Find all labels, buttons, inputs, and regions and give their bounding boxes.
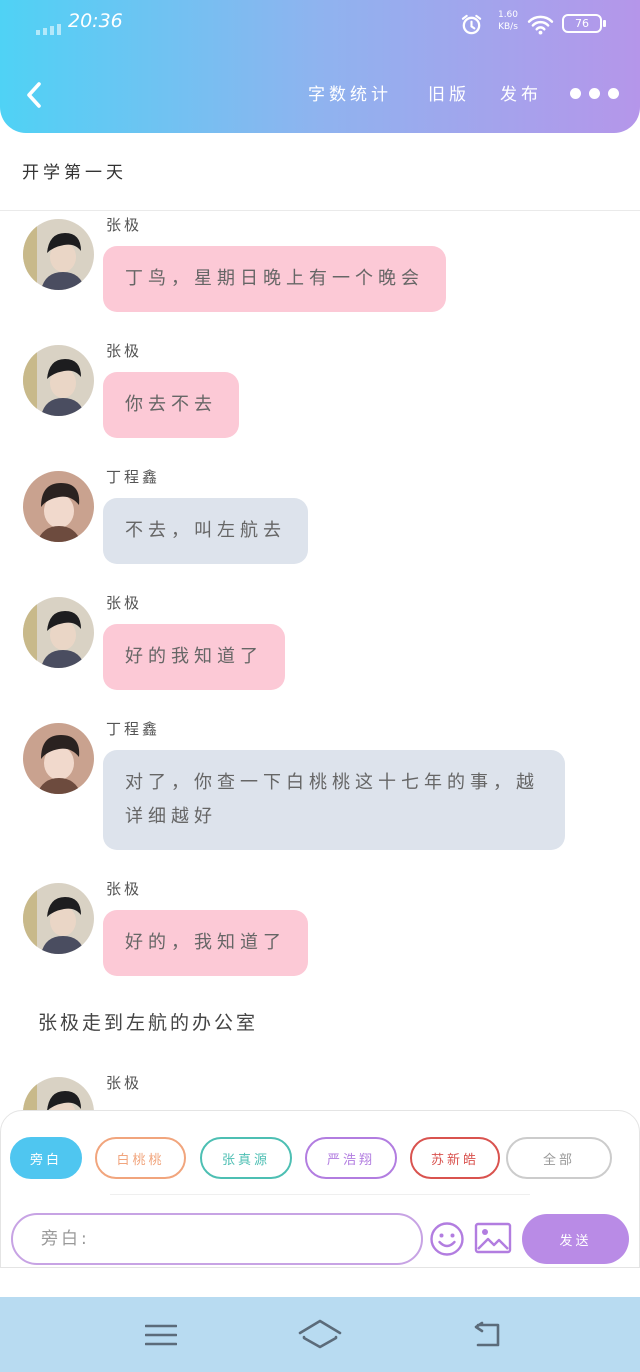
story-title[interactable]: 开学第一天 — [22, 158, 127, 183]
menu-icon[interactable] — [145, 1323, 177, 1347]
word-count-button[interactable]: 字数统计 — [308, 80, 392, 105]
network-speed-unit: KB/s — [498, 22, 518, 32]
status-time: 20:36 — [68, 10, 123, 32]
message-bubble[interactable]: 不去，叫左航去 — [103, 498, 308, 564]
home-icon[interactable] — [298, 1319, 342, 1349]
sender-name: 张极 — [106, 342, 143, 360]
system-navigation-bar — [0, 1297, 640, 1372]
publish-button[interactable]: 发布 — [500, 80, 542, 105]
role-chip-su-xinhao[interactable]: 苏新皓 — [410, 1137, 500, 1179]
sender-name: 张极 — [106, 1074, 143, 1092]
message-bubble[interactable]: 好的，我知道了 — [103, 910, 308, 976]
chevron-left-icon — [27, 82, 41, 108]
network-speed-value: 1.60 — [497, 10, 519, 20]
role-chip-zhang-zhenyuan[interactable]: 张真源 — [200, 1137, 292, 1179]
old-version-button[interactable]: 旧版 — [428, 80, 470, 105]
avatar[interactable] — [23, 471, 94, 542]
smiley-icon[interactable] — [429, 1221, 465, 1257]
image-icon[interactable] — [474, 1222, 512, 1254]
battery-indicator: 76 — [562, 14, 606, 33]
message-bubble[interactable]: 你去不去 — [103, 372, 239, 438]
wifi-icon — [527, 15, 554, 35]
alarm-icon — [461, 14, 482, 35]
message-bubble[interactable]: 好的我知道了 — [103, 624, 285, 690]
message-input[interactable] — [11, 1213, 423, 1265]
chip-divider — [110, 1194, 530, 1195]
back-button[interactable] — [20, 78, 48, 112]
network-speed: 1.60 KB/s — [494, 9, 522, 33]
more-options-button[interactable] — [570, 88, 619, 99]
role-chip-yan-haoxiang[interactable]: 严浩翔 — [305, 1137, 397, 1179]
avatar[interactable] — [23, 597, 94, 668]
role-chip-narrator[interactable]: 旁白 — [10, 1137, 82, 1179]
role-chip-bai-taotao[interactable]: 白桃桃 — [95, 1137, 186, 1179]
sender-name: 张极 — [106, 594, 143, 612]
title-divider — [0, 210, 640, 211]
message-bubble[interactable]: 丁鸟，星期日晚上有一个晚会 — [103, 246, 446, 312]
narration-text[interactable]: 张极走到左航的办公室 — [38, 1008, 258, 1035]
signal-icon — [36, 24, 61, 35]
role-chip-all[interactable]: 全部 — [506, 1137, 612, 1179]
avatar[interactable] — [23, 883, 94, 954]
send-button[interactable]: 发送 — [522, 1214, 629, 1264]
status-bar: 20:36 1.60 KB/s 76 — [0, 0, 640, 50]
sender-name: 张极 — [106, 216, 143, 234]
sender-name: 丁程鑫 — [106, 468, 161, 486]
back-arrow-icon[interactable] — [472, 1321, 504, 1349]
avatar[interactable] — [23, 345, 94, 416]
message-bubble[interactable]: 对了，你查一下白桃桃这十七年的事，越详细越好 — [103, 750, 565, 850]
app-header: 20:36 1.60 KB/s 76 字数统计 旧版 发布 — [0, 0, 640, 133]
avatar[interactable] — [23, 219, 94, 290]
avatar[interactable] — [23, 723, 94, 794]
more-dots-icon — [570, 88, 581, 99]
sender-name: 张极 — [106, 880, 143, 898]
sender-name: 丁程鑫 — [106, 720, 161, 738]
